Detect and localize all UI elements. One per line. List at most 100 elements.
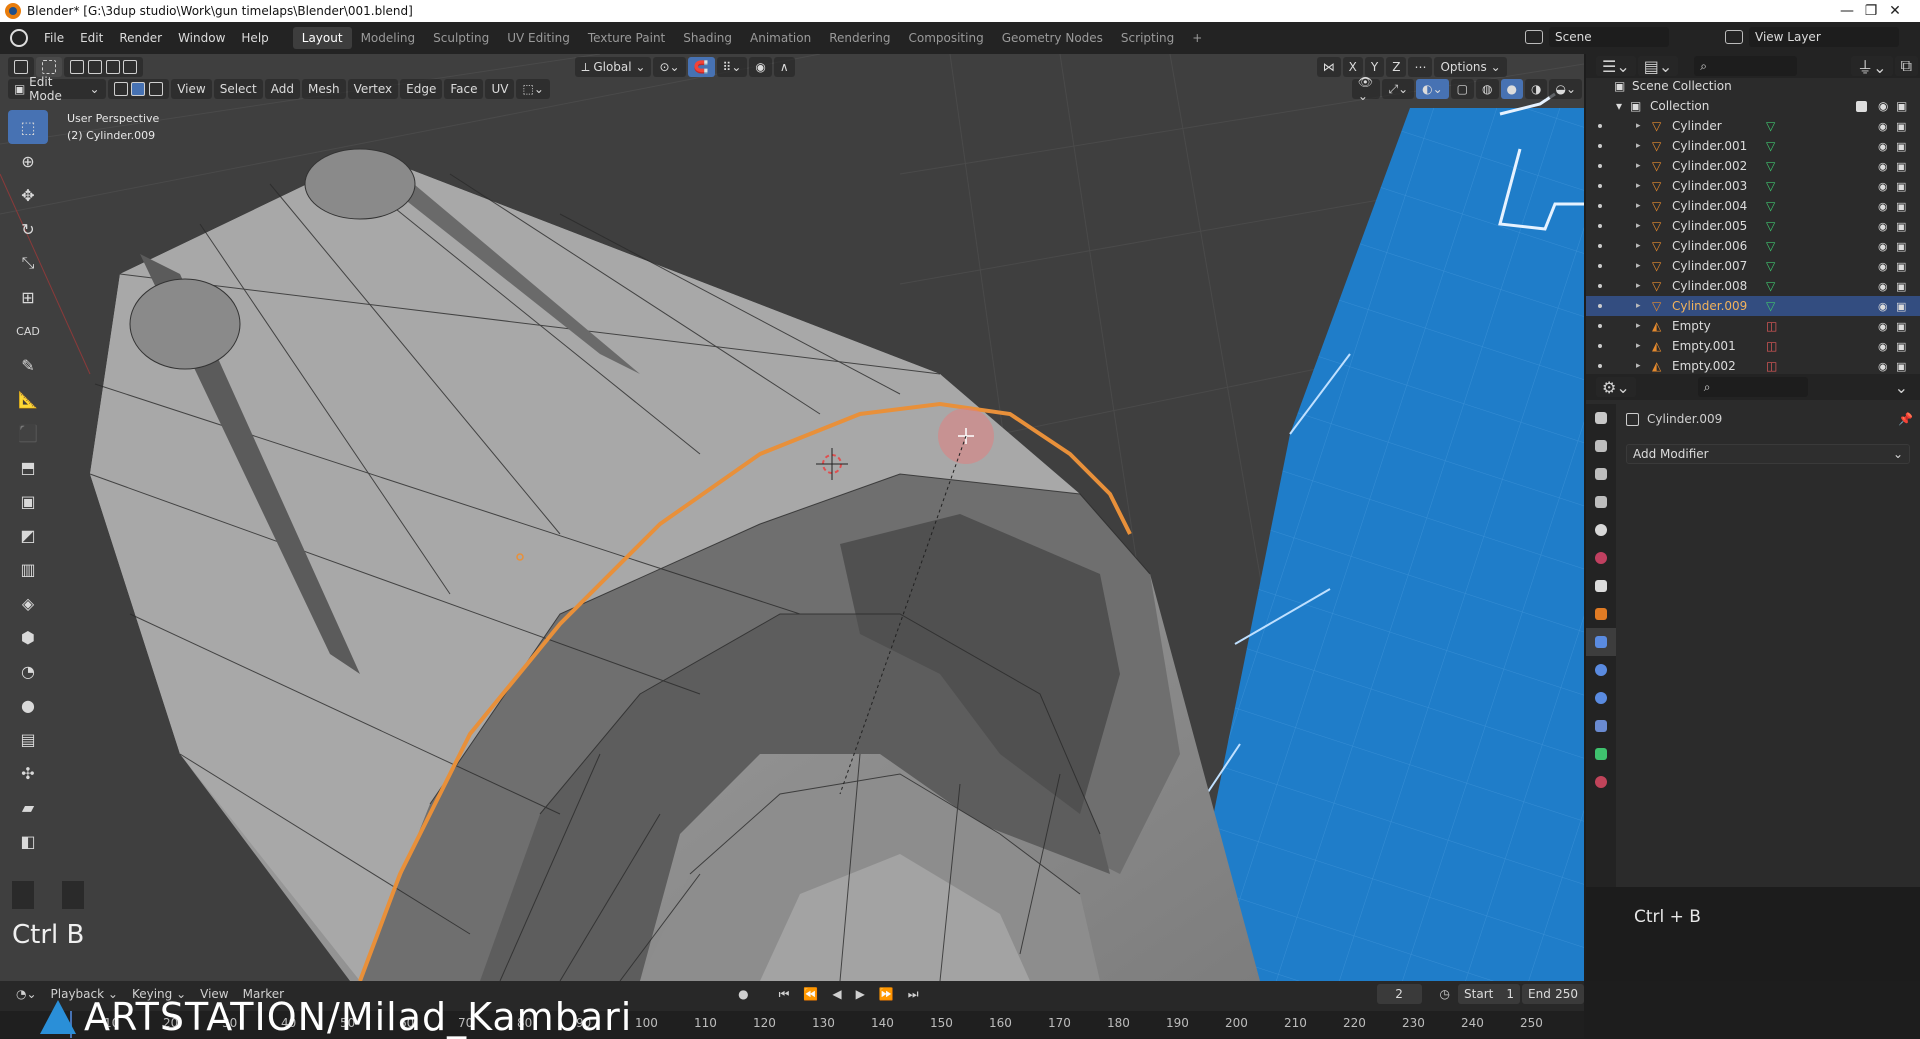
workspace-tab-shading[interactable]: Shading bbox=[674, 27, 741, 49]
eye-icon[interactable]: ◉ bbox=[1878, 300, 1888, 313]
eye-icon[interactable]: ◉ bbox=[1878, 160, 1888, 173]
operator-panel-toggle-2[interactable] bbox=[62, 881, 84, 909]
bevel-tool-icon[interactable]: ◩ bbox=[8, 518, 48, 552]
expand-arrow-icon[interactable]: ▸ bbox=[1636, 261, 1641, 271]
record-icon[interactable]: ● bbox=[732, 984, 755, 1004]
edit-mode-dot-icon[interactable] bbox=[1598, 304, 1602, 308]
shear-tool-icon[interactable]: ▰ bbox=[8, 790, 48, 824]
snap-target-icon[interactable]: ⠿⌄ bbox=[716, 57, 748, 77]
eye-icon[interactable]: ◉ bbox=[1878, 320, 1888, 333]
expand-arrow-icon[interactable]: ▸ bbox=[1636, 161, 1641, 171]
falloff-icon[interactable]: ∧ bbox=[773, 57, 795, 77]
expand-arrow-icon[interactable]: ▸ bbox=[1636, 241, 1641, 251]
expand-arrow-icon[interactable]: ▸ bbox=[1636, 281, 1641, 291]
expand-arrow-icon[interactable]: ▸ bbox=[1636, 221, 1641, 231]
workspace-tab-uv-editing[interactable]: UV Editing bbox=[498, 27, 579, 49]
camera-icon[interactable]: ▣ bbox=[1896, 360, 1906, 373]
outliner-item[interactable]: ▸ ▽ Cylinder.007 ▽ ◉ ▣ bbox=[1586, 256, 1920, 276]
poly-build-tool-icon[interactable]: ⬢ bbox=[8, 620, 48, 654]
particles-tab-icon[interactable] bbox=[1586, 656, 1616, 684]
eye-icon[interactable]: ◉ bbox=[1878, 220, 1888, 233]
menu-edit[interactable]: Edit bbox=[72, 31, 111, 45]
overlay-icon[interactable]: ◐⌄ bbox=[1416, 79, 1449, 99]
outliner-item[interactable]: ▸ ▽ Cylinder.009 ▽ ◉ ▣ bbox=[1586, 296, 1920, 316]
mesh-data-icon[interactable]: ▽ bbox=[1766, 219, 1775, 233]
select-box-icon[interactable] bbox=[36, 57, 62, 77]
eye-icon[interactable]: ◉ bbox=[1878, 340, 1888, 353]
header-menu-vertex[interactable]: Vertex bbox=[347, 79, 399, 99]
mesh-select-mode[interactable] bbox=[107, 79, 170, 99]
eye-icon[interactable]: ◉ bbox=[1878, 240, 1888, 253]
solid-shading-icon[interactable]: ● bbox=[1500, 79, 1523, 99]
play-reverse-icon[interactable]: ◀ bbox=[826, 984, 848, 1004]
eye-icon[interactable]: ◉ bbox=[1878, 140, 1888, 153]
outliner-item[interactable]: ▸ ◭ Empty.001 ◫ ◉ ▣ bbox=[1586, 336, 1920, 356]
expand-arrow-icon[interactable]: ▸ bbox=[1636, 181, 1641, 191]
measure-tool-icon[interactable]: 📐 bbox=[8, 382, 48, 416]
rip-tool-icon[interactable]: ◧ bbox=[8, 824, 48, 858]
empty-data-icon[interactable]: ◫ bbox=[1766, 339, 1777, 353]
expand-arrow-icon[interactable]: ▸ bbox=[1636, 201, 1641, 211]
camera-icon[interactable]: ▣ bbox=[1896, 340, 1906, 353]
edit-mode-dot-icon[interactable] bbox=[1598, 124, 1602, 128]
outliner-item[interactable]: ▸ ▽ Cylinder.005 ▽ ◉ ▣ bbox=[1586, 216, 1920, 236]
spin-tool-icon[interactable]: ◔ bbox=[8, 654, 48, 688]
pivot-point-icon[interactable]: ⊙⌄ bbox=[653, 57, 686, 77]
mesh-data-icon[interactable]: ▽ bbox=[1766, 179, 1775, 193]
mode-dropdown[interactable]: ▣ Edit Mode ⌄ bbox=[8, 75, 106, 103]
camera-icon[interactable]: ▣ bbox=[1896, 180, 1906, 193]
eye-icon[interactable]: ◉ bbox=[1878, 200, 1888, 213]
operator-panel-toggle[interactable] bbox=[12, 881, 34, 909]
scene-tab-icon[interactable] bbox=[1586, 516, 1616, 544]
camera-icon[interactable]: ▣ bbox=[1896, 120, 1906, 133]
display-mode-icon[interactable]: ▤⌄ bbox=[1637, 56, 1679, 76]
workspace-tab-rendering[interactable]: Rendering bbox=[820, 27, 899, 49]
options-dropdown[interactable]: Options ⌄ bbox=[1434, 57, 1507, 77]
mesh-data-icon[interactable]: ▽ bbox=[1766, 299, 1775, 313]
shrink-fatten-tool-icon[interactable]: ✣ bbox=[8, 756, 48, 790]
jump-start-icon[interactable]: ⏮ bbox=[772, 984, 796, 1004]
camera-icon[interactable]: ▣ bbox=[1896, 220, 1906, 233]
output-tab-icon[interactable] bbox=[1586, 460, 1616, 488]
object-tab-icon[interactable] bbox=[1586, 600, 1616, 628]
outliner-item[interactable]: ▸ ▽ Cylinder.008 ▽ ◉ ▣ bbox=[1586, 276, 1920, 296]
camera-icon[interactable]: ▣ bbox=[1896, 240, 1906, 253]
close-button[interactable]: ✕ bbox=[1872, 0, 1918, 22]
wireframe-shading-icon[interactable]: ◍ bbox=[1476, 79, 1499, 99]
view-layer-tab-icon[interactable] bbox=[1586, 488, 1616, 516]
header-menu-mesh[interactable]: Mesh bbox=[301, 79, 346, 99]
mesh-data-icon[interactable]: ▽ bbox=[1766, 239, 1775, 253]
timer-icon[interactable]: ◷ bbox=[1433, 984, 1457, 1004]
workspace-tab-geometry-nodes[interactable]: Geometry Nodes bbox=[993, 27, 1112, 49]
start-frame-field[interactable]: Start 1 bbox=[1458, 984, 1521, 1004]
loop-cut-tool-icon[interactable]: ▥ bbox=[8, 552, 48, 586]
outliner-item[interactable]: ▸ ▽ Cylinder.001 ▽ ◉ ▣ bbox=[1586, 136, 1920, 156]
pin-icon[interactable]: 📌 bbox=[1898, 412, 1913, 426]
expand-arrow-icon[interactable]: ▸ bbox=[1636, 341, 1641, 351]
snap-toggle-icon[interactable]: 🧲 bbox=[687, 57, 715, 77]
collection-tab-icon[interactable] bbox=[1586, 572, 1616, 600]
edit-mode-dot-icon[interactable] bbox=[1598, 344, 1602, 348]
world-tab-icon[interactable] bbox=[1586, 544, 1616, 572]
data-tab-icon[interactable] bbox=[1586, 740, 1616, 768]
transform-orientation-dropdown[interactable]: ⟂ Global ⌄ bbox=[575, 57, 652, 77]
edit-mode-dot-icon[interactable] bbox=[1598, 144, 1602, 148]
camera-icon[interactable]: ▣ bbox=[1896, 320, 1906, 333]
rendered-shading-icon[interactable]: ◒⌄ bbox=[1549, 79, 1582, 99]
eye-icon[interactable]: ◉ bbox=[1878, 99, 1888, 113]
workspace-tab-layout[interactable]: Layout bbox=[292, 27, 352, 49]
outliner-scene-collection[interactable]: ▣ Scene Collection bbox=[1586, 76, 1920, 96]
tool-tab-icon[interactable] bbox=[1586, 404, 1616, 432]
knife-tool-icon[interactable]: ◈ bbox=[8, 586, 48, 620]
empty-data-icon[interactable]: ◫ bbox=[1766, 319, 1777, 333]
gizmo-icon[interactable]: ⤢⌄ bbox=[1382, 79, 1415, 99]
view-layer-field[interactable]: View Layer bbox=[1749, 27, 1899, 47]
filter-icon[interactable]: ⏚⌄ bbox=[1851, 56, 1893, 77]
collection-checkbox[interactable] bbox=[1856, 100, 1867, 112]
edit-mode-dot-icon[interactable] bbox=[1598, 204, 1602, 208]
header-menu-uv[interactable]: UV bbox=[485, 79, 515, 99]
cad-tool-icon[interactable]: CAD bbox=[8, 314, 48, 348]
select-box-mode-icon[interactable]: ⬚⌄ bbox=[516, 79, 550, 99]
collapse-icon[interactable]: ⌄ bbox=[1895, 378, 1908, 397]
constraints-tab-icon[interactable] bbox=[1586, 712, 1616, 740]
